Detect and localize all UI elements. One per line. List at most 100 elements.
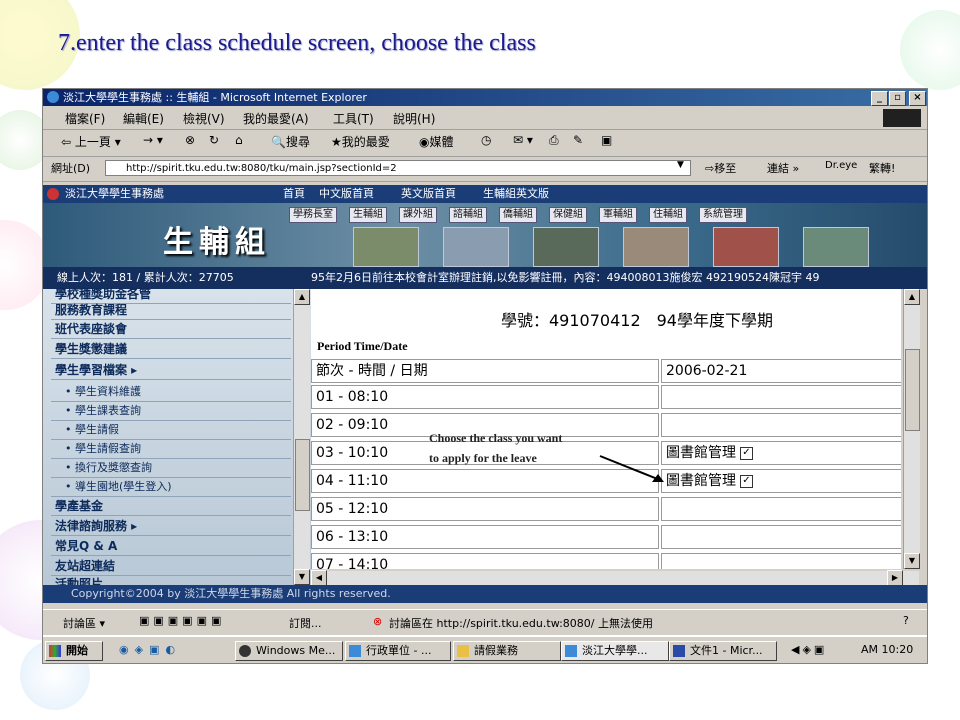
menu-favorites[interactable]: 我的最愛(A) <box>243 110 309 127</box>
sidebar-item[interactable]: 班代表座談會 <box>55 320 127 337</box>
tab-overseas[interactable]: 僑輔組 <box>499 207 537 223</box>
sidebar-item[interactable]: 常見Q & A <box>55 537 117 554</box>
sidebar-item[interactable]: 學產基金 <box>55 497 103 514</box>
sidebar-item[interactable]: 法律諮詢服務 ▸ <box>55 517 137 534</box>
menu-help[interactable]: 說明(H) <box>393 110 435 127</box>
tab-dean[interactable]: 學務長室 <box>289 207 337 223</box>
search-button[interactable]: 🔍搜尋 <box>271 133 310 150</box>
main-scrollbar[interactable]: ▲ ▼ <box>903 289 920 569</box>
task-admin-units[interactable]: 行政單位 - ... <box>345 641 451 661</box>
sidebar-item[interactable]: 服務教育課程 <box>55 301 127 318</box>
course-cell[interactable]: 圖書館管理 ✓ <box>661 469 901 493</box>
favorites-button[interactable]: ★我的最愛 <box>331 133 390 150</box>
menu-tools[interactable]: 工具(T) <box>333 110 374 127</box>
address-input[interactable]: http://spirit.tku.edu.tw:8080/tku/main.j… <box>105 160 691 176</box>
scroll-thumb[interactable] <box>295 439 310 511</box>
period-cell: 05 - 12:10 <box>311 497 659 521</box>
sidebar-item[interactable]: 學校種獎助金各管 <box>55 285 151 302</box>
tab-extra[interactable]: 課外組 <box>399 207 437 223</box>
sidebar-subitem[interactable]: • 學生請假 <box>65 421 119 437</box>
help-icon[interactable]: ? <box>903 614 909 627</box>
messenger-icon[interactable]: ▣ <box>601 133 612 147</box>
sidebar-subitem[interactable]: • 導生園地(學生登入) <box>65 478 172 494</box>
class-checkbox[interactable]: ✓ <box>740 446 753 460</box>
scroll-down-icon[interactable]: ▼ <box>904 553 920 569</box>
media-button[interactable]: ◉媒體 <box>419 133 454 150</box>
tab-housing[interactable]: 住輔組 <box>649 207 687 223</box>
task-leave-business[interactable]: 請假業務 <box>453 641 561 661</box>
tab-counsel[interactable]: 諮輔組 <box>449 207 487 223</box>
forward-button[interactable]: → ▾ <box>143 133 163 147</box>
address-dropdown-icon[interactable]: ▼ <box>677 160 684 170</box>
sidebar-subitem[interactable]: • 學生請假查詢 <box>65 440 141 456</box>
history-icon[interactable]: ◷ <box>481 133 491 147</box>
tray-icons[interactable]: ◀◈▣ <box>791 643 827 656</box>
ie-icon <box>47 91 59 103</box>
menu-bar: 檔案(F) 編輯(E) 檢視(V) 我的最愛(A) 工具(T) 說明(H) <box>43 107 927 130</box>
discussion-bar: 討論區 ▾ ▣▣▣▣▣▣ 訂閱... ⊗ 討論區在 http://spirit.… <box>43 609 927 634</box>
course-cell <box>661 553 901 569</box>
dreye-button[interactable]: Dr.eye <box>825 160 857 171</box>
sidebar-subitem[interactable]: • 學生課表查詢 <box>65 402 141 418</box>
nav-section-english[interactable]: 生輔組英文版 <box>483 185 549 203</box>
refresh-icon[interactable]: ↻ <box>209 133 219 147</box>
convert-button[interactable]: 繁轉! <box>869 160 895 176</box>
nav-home[interactable]: 首頁 <box>283 185 305 203</box>
sidebar-item[interactable]: 友站超連結 <box>55 557 115 574</box>
scroll-thumb[interactable] <box>905 349 920 431</box>
course-cell[interactable]: 圖書館管理 ✓ <box>661 441 901 465</box>
toolbar: ⇦ 上一頁 ▾ → ▾ ⊗ ↻ ⌂ 🔍搜尋 ★我的最愛 ◉媒體 ◷ ✉ ▾ ⎙ … <box>43 130 927 157</box>
tab-military[interactable]: 軍輔組 <box>599 207 637 223</box>
task-word-doc[interactable]: 文件1 - Micr... <box>669 641 777 661</box>
minimize-button[interactable]: _ <box>871 91 888 106</box>
period-cell-text: 05 - 12:10 <box>316 501 389 517</box>
tab-health[interactable]: 保健組 <box>549 207 587 223</box>
scroll-up-icon[interactable]: ▲ <box>294 289 310 305</box>
mail-icon[interactable]: ✉ ▾ <box>513 133 533 147</box>
nav-english[interactable]: 英文版首頁 <box>401 185 456 203</box>
sidebar-scrollbar[interactable]: ▲ ▼ <box>293 289 310 585</box>
home-icon[interactable]: ⌂ <box>235 133 243 147</box>
quicklaunch-icons[interactable]: ◉◈▣◐ <box>119 643 181 656</box>
sidebar-subitem-label: 導生園地(學生登入) <box>75 480 172 493</box>
sidebar-subitem[interactable]: • 學生資料維護 <box>65 383 141 399</box>
callout-text: Choose the class you want to apply for t… <box>429 428 562 468</box>
nav-chinese[interactable]: 中文版首頁 <box>319 185 374 203</box>
sidebar-subitem[interactable]: • 換行及獎懲查詢 <box>65 459 152 475</box>
sidebar-subitem-label: 學生請假查詢 <box>75 442 141 455</box>
links-button[interactable]: 連結 » <box>767 160 799 176</box>
subscribe-button[interactable]: 訂閱... <box>289 615 322 631</box>
menu-edit[interactable]: 編輯(E) <box>123 110 164 127</box>
start-button[interactable]: 開始 <box>45 641 103 661</box>
sidebar-item[interactable]: 學生學習檔案 ▸ <box>55 361 137 378</box>
scroll-right-icon[interactable]: ▶ <box>887 570 903 586</box>
period-label: Period Time/Date <box>317 339 408 353</box>
tab-life[interactable]: 生輔組 <box>349 207 387 223</box>
menu-file[interactable]: 檔案(F) <box>65 110 105 127</box>
sidebar-subitem-label: 學生課表查詢 <box>75 404 141 417</box>
table-header-period-text: 節次 - 時間 / 日期 <box>316 363 428 379</box>
sidebar-divider <box>51 358 291 359</box>
course-cell <box>661 385 901 409</box>
sidebar-item[interactable]: 學生獎懲建議 <box>55 340 127 357</box>
task-tku[interactable]: 淡江大學學... <box>561 641 669 661</box>
close-button[interactable]: × <box>909 91 926 106</box>
discuss-button[interactable]: 討論區 ▾ <box>63 615 105 631</box>
scroll-down-icon[interactable]: ▼ <box>294 569 310 585</box>
table-header-date: 2006-02-21 <box>661 359 901 383</box>
scroll-left-icon[interactable]: ◀ <box>311 570 327 586</box>
bullet-icon: • <box>65 423 75 436</box>
discuss-tool-icons[interactable]: ▣▣▣▣▣▣ <box>139 614 225 627</box>
class-checkbox[interactable]: ✓ <box>740 474 753 488</box>
maximize-button[interactable]: ▫ <box>889 91 906 106</box>
menu-view[interactable]: 檢視(V) <box>183 110 225 127</box>
main-hscrollbar[interactable]: ◀ ▶ <box>311 570 919 586</box>
task-windows-media[interactable]: Windows Me... <box>235 641 343 661</box>
edit-icon[interactable]: ✎ <box>573 133 583 147</box>
scroll-up-icon[interactable]: ▲ <box>904 289 920 305</box>
print-icon[interactable]: ⎙ <box>549 133 559 148</box>
tab-system[interactable]: 系統管理 <box>699 207 747 223</box>
stop-icon[interactable]: ⊗ <box>185 133 195 147</box>
back-button[interactable]: ⇦ 上一頁 ▾ <box>61 133 121 150</box>
go-button[interactable]: ⇨移至 <box>705 160 736 176</box>
